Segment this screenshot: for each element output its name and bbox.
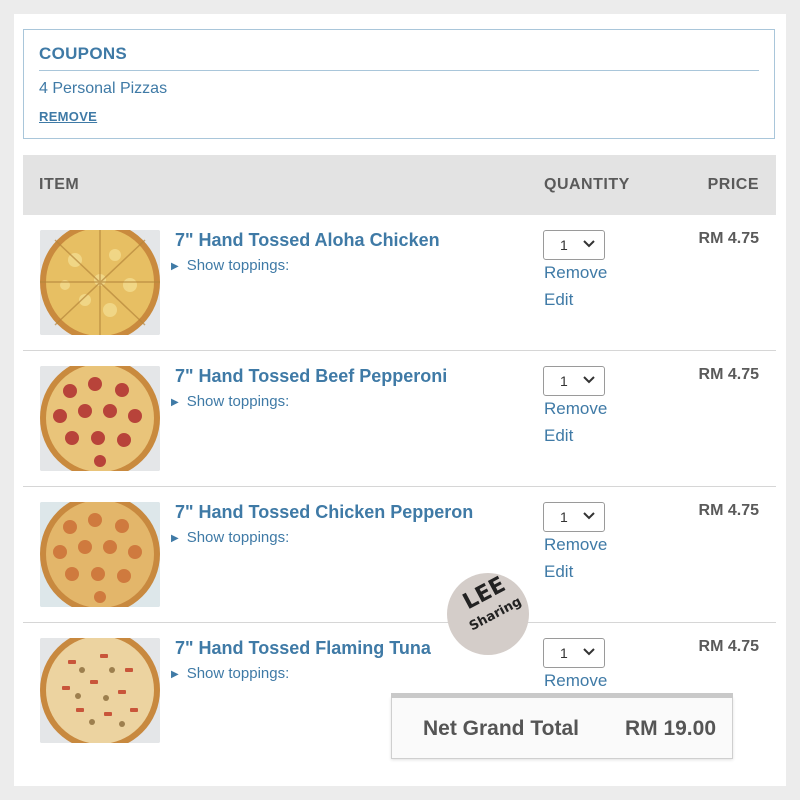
cart-table: ITEM QUANTITY PRICE 7" Hand Tossed Aloha… [23,155,776,762]
pizza-image [40,230,160,335]
remove-item-link[interactable]: Remove [544,263,607,283]
item-name[interactable]: 7" Hand Tossed Aloha Chicken [175,230,440,251]
chevron-down-icon [583,512,595,520]
cart-row: 7" Hand Tossed Chicken Pepperon ▶ Show to… [23,487,776,623]
triangle-right-icon: ▶ [171,261,179,272]
edit-item-link[interactable]: Edit [544,562,573,582]
pizza-image [40,502,160,607]
show-toppings-toggle[interactable]: ▶ Show toppings: [171,257,289,274]
remove-item-link[interactable]: Remove [544,671,607,691]
item-name[interactable]: 7" Hand Tossed Flaming Tuna [175,638,431,659]
total-label: Net Grand Total [423,717,579,740]
coupons-title: COUPONS [39,44,128,63]
quantity-value: 1 [560,645,568,661]
quantity-select[interactable]: 1 [543,638,605,668]
quantity-value: 1 [560,237,568,253]
chevron-down-icon [583,240,595,248]
item-price: RM 4.75 [698,502,759,519]
triangle-right-icon: ▶ [171,533,179,544]
pizza-image [40,638,160,743]
triangle-right-icon: ▶ [171,669,179,680]
coupon-name: 4 Personal Pizzas [39,80,168,97]
header-item: ITEM [39,176,80,193]
edit-item-link[interactable]: Edit [544,290,573,310]
header-price: PRICE [707,176,759,193]
quantity-select[interactable]: 1 [543,366,605,396]
chevron-down-icon [583,376,595,384]
remove-item-link[interactable]: Remove [544,399,607,419]
show-toppings-label: Show toppings: [186,529,290,546]
coupons-panel: COUPONS 4 Personal Pizzas REMOVE [23,29,775,139]
net-grand-total-box: Net Grand Total RM 19.00 [391,693,733,759]
quantity-select[interactable]: 1 [543,502,605,532]
show-toppings-label: Show toppings: [186,665,290,682]
remove-item-link[interactable]: Remove [544,535,607,555]
item-price: RM 4.75 [698,366,759,383]
item-name[interactable]: 7" Hand Tossed Chicken Pepperon [175,502,473,523]
show-toppings-label: Show toppings: [186,393,290,410]
show-toppings-toggle[interactable]: ▶ Show toppings: [171,393,289,410]
cart-row: 7" Hand Tossed Aloha Chicken ▶ Show toppi… [23,215,776,351]
chevron-down-icon [583,648,595,656]
cart-header: ITEM QUANTITY PRICE [23,155,776,215]
cart-row: 7" Hand Tossed Beef Pepperoni ▶ Show topp… [23,351,776,487]
coupon-remove-link[interactable]: REMOVE [39,109,97,124]
item-price: RM 4.75 [698,638,759,655]
edit-item-link[interactable]: Edit [544,426,573,446]
item-price: RM 4.75 [698,230,759,247]
quantity-value: 1 [560,509,568,525]
show-toppings-toggle[interactable]: ▶ Show toppings: [171,529,289,546]
item-name[interactable]: 7" Hand Tossed Beef Pepperoni [175,366,447,387]
coupons-divider [39,70,759,71]
quantity-value: 1 [560,373,568,389]
show-toppings-toggle[interactable]: ▶ Show toppings: [171,665,289,682]
total-value: RM 19.00 [624,717,716,740]
show-toppings-label: Show toppings: [186,257,290,274]
header-quantity: QUANTITY [544,176,630,193]
watermark-stamp: LEE Sharing [447,572,529,655]
pizza-image [40,366,160,471]
quantity-select[interactable]: 1 [543,230,605,260]
triangle-right-icon: ▶ [171,397,179,408]
